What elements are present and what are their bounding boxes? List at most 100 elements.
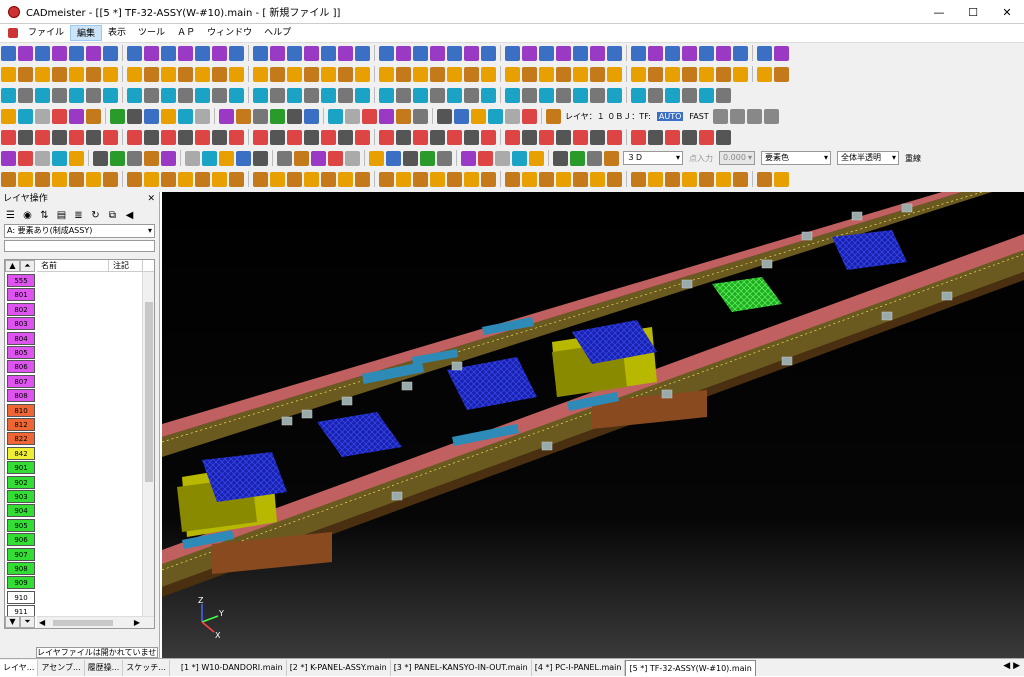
toolbar-tool-icon[interactable] [1,150,16,166]
toolbar-tool-icon[interactable] [757,171,772,187]
toolbar-tool-icon[interactable] [447,66,462,82]
toolbar-tool-icon[interactable] [127,45,142,61]
toolbar-tool-icon[interactable] [665,129,680,145]
toolbar-tool-icon[interactable] [270,66,285,82]
toolbar-tool-icon[interactable] [270,129,285,145]
toolbar-tool-icon[interactable] [355,45,370,61]
minimize-button[interactable]: — [922,0,956,24]
toolbar-tool-icon[interactable] [1,87,16,103]
toolbar-tool-icon[interactable] [716,45,731,61]
toolbar-tool-icon[interactable] [396,108,411,124]
layer-item[interactable]: 805 [7,346,35,359]
toolbar-tool-icon[interactable] [413,66,428,82]
point-input-field[interactable]: 0.000 [719,151,755,165]
toolbar-tool-icon[interactable] [103,171,118,187]
toolbar-tool-icon[interactable] [212,66,227,82]
toolbar-tool-icon[interactable] [161,150,176,166]
toolbar-tool-icon[interactable] [699,87,714,103]
toolbar-tool-icon[interactable] [287,66,302,82]
toolbar-tool-icon[interactable] [607,171,622,187]
doc-tab-3[interactable]: [3 *] PANEL-KANSYO-IN-OUT.main [391,659,532,676]
toolbar-tool-icon[interactable] [287,129,302,145]
toolbar-tool-icon[interactable] [86,108,101,124]
toolbar-tool-icon[interactable] [481,129,496,145]
layer-item[interactable]: 842 [7,446,35,460]
layer-item[interactable]: 804 [7,331,35,345]
toolbar-tool-icon[interactable] [522,171,537,187]
toolbar-tool-icon[interactable] [338,171,353,187]
layer-item[interactable]: 905 [7,518,35,532]
toolbar-tool-icon[interactable] [338,87,353,103]
toolbar-tool-icon[interactable] [556,87,571,103]
layer-list-icon[interactable]: ≣ [72,209,85,222]
toolbar-tool-icon[interactable] [219,108,234,124]
toolbar-tool-icon[interactable] [379,66,394,82]
toolbar-tool-icon[interactable] [18,66,33,82]
toolbar-tool-icon[interactable] [52,150,67,166]
panel-tab-layer[interactable]: レイヤ... [0,659,39,676]
toolbar-tool-icon[interactable] [195,108,210,124]
toolbar-tool-icon[interactable] [396,129,411,145]
toolbar-tool-icon[interactable] [631,45,646,61]
line-style-icon[interactable] [729,108,745,124]
toolbar-tool-icon[interactable] [607,66,622,82]
toolbar-tool-icon[interactable] [321,45,336,61]
toolbar-tool-icon[interactable] [328,150,343,166]
toolbar-tool-icon[interactable] [495,150,510,166]
toolbar-tool-icon[interactable] [539,87,554,103]
toolbar-tool-icon[interactable] [481,45,496,61]
toolbar-tool-icon[interactable] [573,171,588,187]
toolbar-tool-icon[interactable] [103,87,118,103]
toolbar-tool-icon[interactable] [607,129,622,145]
toolbar-tool-icon[interactable] [144,66,159,82]
toolbar-tool-icon[interactable] [229,66,244,82]
toolbar-tool-icon[interactable] [461,150,476,166]
toolbar-tool-icon[interactable] [430,66,445,82]
toolbar-tool-icon[interactable] [161,66,176,82]
toolbar-tool-icon[interactable] [522,108,537,124]
toolbar-tool-icon[interactable] [379,87,394,103]
toolbar-tool-icon[interactable] [362,108,377,124]
auto-toggle[interactable]: AUTO [656,111,684,121]
toolbar-tool-icon[interactable] [253,108,268,124]
layer-item[interactable]: 904 [7,504,35,518]
layer-item[interactable]: 555 [7,274,35,287]
toolbar-tool-icon[interactable] [1,66,16,82]
toolbar-tool-icon[interactable] [648,171,663,187]
toolbar-tool-icon[interactable] [229,87,244,103]
toolbar-tool-icon[interactable] [229,171,244,187]
toolbar-tool-icon[interactable] [345,150,360,166]
toolbar-tool-icon[interactable] [631,171,646,187]
toolbar-tool-icon[interactable] [127,150,142,166]
doc-tab-4[interactable]: [4 *] PC-I-PANEL.main [532,659,626,676]
toolbar-tool-icon[interactable] [665,45,680,61]
toolbar-tool-icon[interactable] [86,87,101,103]
toolbar-tool-icon[interactable] [1,171,16,187]
toolbar-tool-icon[interactable] [631,129,646,145]
scroll-down-icon[interactable]: ▼ [5,616,20,628]
toolbar-tool-icon[interactable] [212,45,227,61]
toolbar-tool-icon[interactable] [294,150,309,166]
toolbar-tool-icon[interactable] [18,108,33,124]
toolbar-tool-icon[interactable] [505,171,520,187]
toolbar-tool-icon[interactable] [212,129,227,145]
toolbar-tool-icon[interactable] [161,108,176,124]
toolbar-tool-icon[interactable] [733,171,748,187]
toolbar-tool-icon[interactable] [236,108,251,124]
layer-more-icon[interactable]: ◀ [123,209,136,222]
toolbar-tool-icon[interactable] [464,171,479,187]
layer-list-hscrollbar[interactable]: ◀ ▶ [37,616,154,628]
doc-tab-2[interactable]: [2 *] K-PANEL-ASSY.main [287,659,391,676]
toolbar-tool-icon[interactable] [413,108,428,124]
layer-item[interactable]: 903 [7,490,35,503]
layer-item[interactable]: 803 [7,317,35,331]
toolbar-tool-icon[interactable] [379,45,394,61]
toolbar-tool-icon[interactable] [253,150,268,166]
cad-3d-viewport[interactable]: Z Y X [162,192,1024,658]
toolbar-tool-icon[interactable] [648,87,663,103]
toolbar-tool-icon[interactable] [212,87,227,103]
toolbar-tool-icon[interactable] [35,45,50,61]
toolbar-tool-icon[interactable] [403,150,418,166]
layer-item[interactable]: 906 [7,533,35,547]
toolbar-tool-icon[interactable] [733,45,748,61]
